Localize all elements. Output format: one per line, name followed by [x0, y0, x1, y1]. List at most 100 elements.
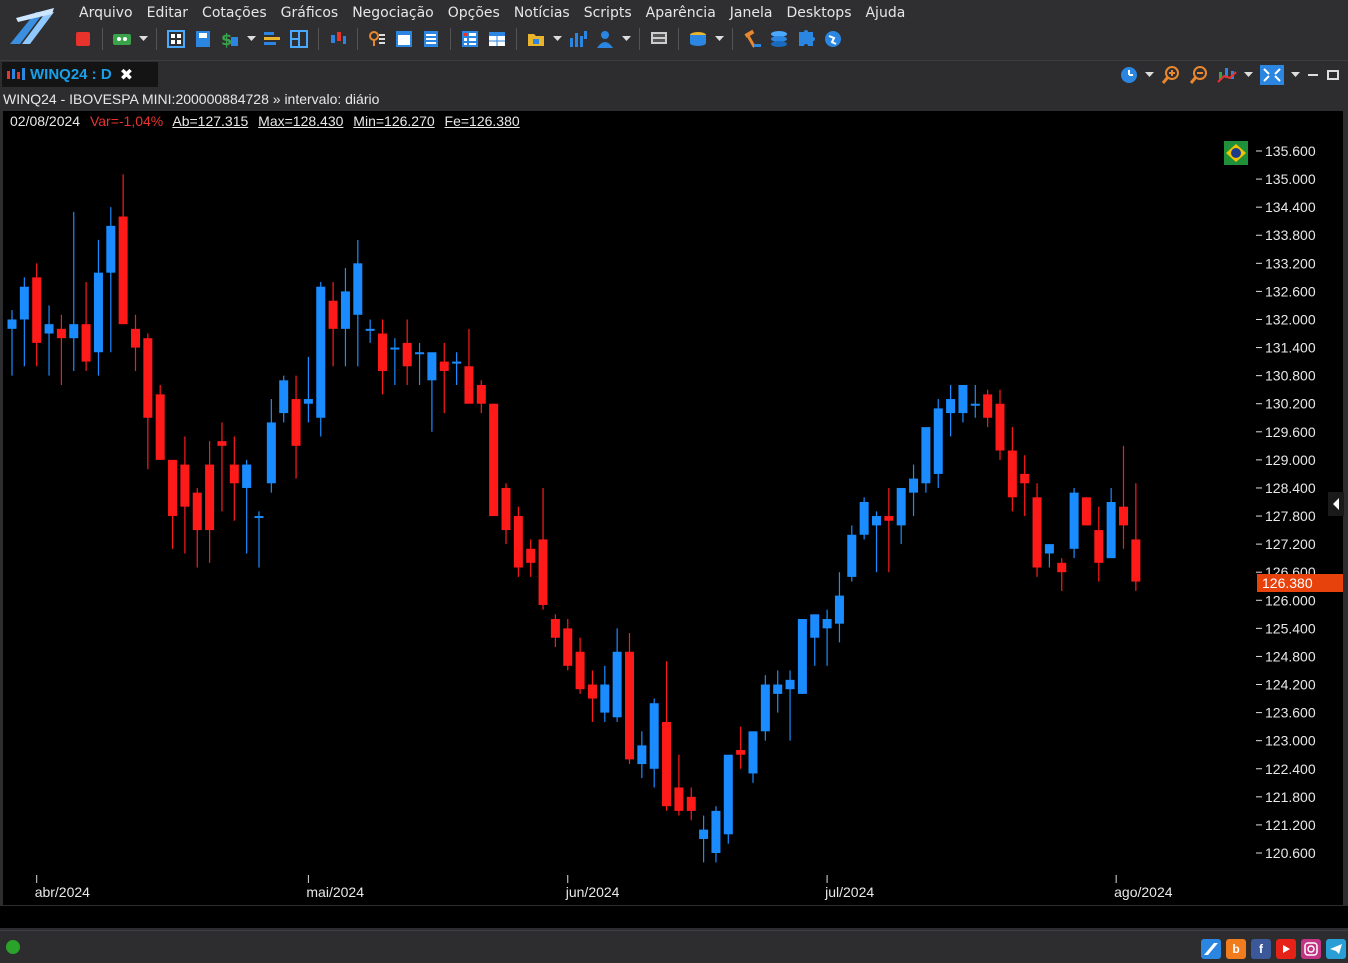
monitor-button[interactable] [648, 28, 670, 50]
candle-body [118, 216, 128, 325]
separator [732, 28, 733, 50]
candle [859, 497, 869, 540]
candle [1044, 544, 1054, 568]
tools-button[interactable] [741, 28, 763, 50]
stack-button[interactable] [768, 28, 790, 50]
fit-screen-icon[interactable] [1259, 64, 1285, 86]
chevron-down-icon[interactable] [1291, 71, 1300, 78]
close-icon[interactable]: ✖ [120, 65, 133, 84]
menu-scripts[interactable]: Scripts [577, 2, 639, 24]
indicator-icon[interactable] [1216, 64, 1238, 86]
search-button[interactable] [366, 28, 388, 50]
grid-button[interactable] [288, 28, 310, 50]
price-tick-label: 130.800 [1265, 368, 1316, 384]
candle [797, 619, 807, 694]
candle-body [896, 487, 906, 526]
candle [958, 385, 968, 423]
connection-status-icon [6, 940, 20, 954]
bars-button[interactable] [261, 28, 283, 50]
list-button[interactable] [420, 28, 442, 50]
stop-button[interactable] [72, 28, 94, 50]
menu-opcoes[interactable]: Opções [441, 2, 507, 24]
candlestick-chart[interactable]: 135.600 135.000 134.400 133.800 133.200 132.6… [3, 111, 1343, 905]
window-button[interactable] [393, 28, 415, 50]
candle-body [254, 516, 264, 519]
menu-ajuda[interactable]: Ajuda [858, 2, 912, 24]
database-dropdown[interactable] [714, 28, 724, 50]
save-button[interactable] [192, 28, 214, 50]
youtube-icon[interactable] [1276, 939, 1296, 959]
puzzle-button[interactable] [795, 28, 817, 50]
menu-negociacao[interactable]: Negociação [345, 2, 441, 24]
chart-bottom-strip [0, 906, 1348, 928]
zoom-out-icon[interactable] [1188, 64, 1210, 86]
candle [402, 319, 412, 385]
puzzle-icon [799, 30, 815, 46]
candle [254, 511, 264, 568]
time-tick-label: ago/2024 [1114, 884, 1173, 900]
user-dropdown[interactable] [621, 28, 631, 50]
candle-body [106, 225, 116, 273]
chevron-down-icon[interactable] [1244, 71, 1253, 78]
menu-noticias[interactable]: Notícias [507, 2, 577, 24]
candle-body [563, 628, 573, 666]
candle-body [1057, 562, 1067, 573]
folder-icon [528, 34, 544, 46]
table-icon [462, 31, 478, 47]
candle-body [612, 651, 622, 718]
candle-body [316, 286, 326, 418]
config-button[interactable] [111, 28, 133, 50]
telegram-icon[interactable] [1326, 939, 1346, 959]
table-button[interactable] [459, 28, 481, 50]
layout-button[interactable] [165, 28, 187, 50]
candle [106, 207, 116, 353]
instagram-icon[interactable] [1301, 939, 1321, 959]
flag-icon [1224, 141, 1248, 165]
price-tick-label: 127.200 [1265, 536, 1316, 552]
candle [353, 239, 363, 367]
separator [450, 28, 451, 50]
restore-icon[interactable] [1326, 68, 1340, 82]
separator [639, 28, 640, 50]
candle-body [242, 464, 252, 488]
clock-icon[interactable] [1119, 65, 1139, 85]
layout-icon [167, 30, 185, 48]
menu-cotacoes[interactable]: Cotações [195, 2, 274, 24]
folder-dropdown[interactable] [552, 28, 562, 50]
database-button[interactable] [687, 28, 709, 50]
candle [439, 342, 449, 414]
candle-body [711, 810, 721, 853]
config-dropdown[interactable] [138, 28, 148, 50]
separator [357, 28, 358, 50]
collapse-panel-button[interactable] [1328, 492, 1344, 516]
menu-janela[interactable]: Janela [723, 2, 780, 24]
chart-button[interactable] [567, 28, 589, 50]
chart-tab[interactable]: WINQ24 : D ✖ [2, 62, 158, 87]
candle-body [773, 684, 783, 694]
blog-icon[interactable]: b [1226, 939, 1246, 959]
menu-arquivo[interactable]: Arquivo [72, 2, 140, 24]
money-dropdown[interactable] [246, 28, 256, 50]
zoom-in-icon[interactable] [1160, 64, 1182, 86]
money-button[interactable]: $ [219, 28, 241, 50]
chevron-down-icon[interactable] [1145, 71, 1154, 78]
candle [884, 487, 894, 573]
chart-area[interactable]: 135.600 135.000 134.400 133.800 133.200 132.6… [3, 111, 1343, 905]
menu-editar[interactable]: Editar [140, 2, 195, 24]
candle [365, 319, 375, 343]
candle-body [32, 277, 42, 343]
app-link-icon[interactable] [1201, 939, 1221, 959]
table2-button[interactable] [486, 28, 508, 50]
candles-button[interactable] [327, 28, 349, 50]
candle [822, 609, 832, 666]
candle-body [884, 516, 894, 521]
menu-desktops[interactable]: Desktops [779, 2, 858, 24]
folder-button[interactable] [525, 28, 547, 50]
facebook-icon[interactable]: f [1251, 939, 1271, 959]
menu-aparencia[interactable]: Aparência [639, 2, 723, 24]
menu-graficos[interactable]: Gráficos [274, 2, 346, 24]
minimize-icon[interactable] [1306, 68, 1320, 82]
globe-button[interactable] [822, 28, 844, 50]
candle [266, 399, 276, 493]
user-button[interactable] [594, 28, 616, 50]
